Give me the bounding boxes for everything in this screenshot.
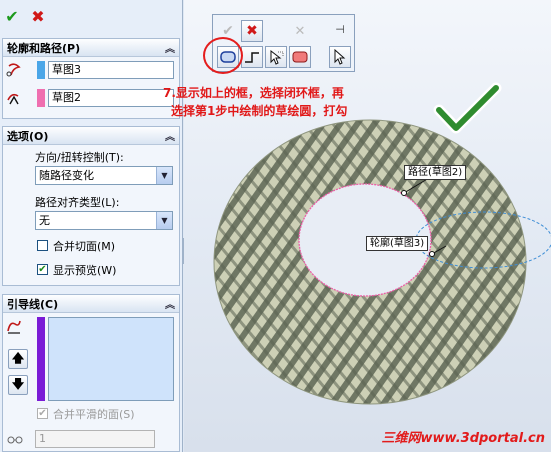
orientation-label: 方向/扭转控制(T): [35,151,124,164]
path-align-label: 路径对齐类型(L): [35,196,120,209]
options-title: 选项(O) [7,129,49,143]
guide-curve-icon [5,317,23,335]
path-color-swatch [37,89,45,107]
collapse-chevron-icon[interactable]: ︽ [165,128,175,143]
highlight-circle [203,37,243,74]
select-region-button[interactable] [265,46,287,68]
annotation-line-1: 7.显示如上的框，选择闭环框，再 [163,86,344,100]
chevron-down-icon[interactable]: ▼ [156,167,172,184]
property-manager: ✔ ✖ 轮廓和路径(P) ︽ 草图3 草图2 选项(O) ︽ 方向/扭转控制(T… [0,0,183,452]
path-field[interactable]: 草图2 [48,89,174,107]
profile-path-group: 轮廓和路径(P) ︽ 草图3 草图2 [2,38,180,119]
instruction-annotation: 7.显示如上的框，选择闭环框，再 选择第1步中绘制的草绘圆，打勾 [163,84,423,120]
guide-curves-title: 引导线(C) [7,297,59,311]
path-select-icon [5,89,23,107]
glasses-icon [6,430,24,448]
merge-faces-checkbox[interactable] [37,240,48,251]
pointer-button[interactable] [329,46,351,68]
path-align-value: 无 [39,214,50,227]
toolbar-disabled-x-icon: ✕ [294,23,306,39]
profile-anchor-dot [429,251,435,257]
show-preview-label: 显示预览(W) [53,264,117,277]
profile-callout-tag: 轮廓(草图3) [366,236,429,251]
face-select-button[interactable] [289,46,311,68]
profile-field[interactable]: 草图3 [48,61,174,79]
show-preview-checkbox[interactable]: ✔ [37,264,48,275]
toolbar-cancel-icon[interactable]: ✖ [241,20,263,42]
path-anchor-dot [401,190,407,196]
path-callout-tag: 路径(草图2) [404,165,467,180]
orientation-value: 随路径变化 [39,169,94,182]
options-header[interactable]: 选项(O) ︽ [3,127,179,145]
profile-color-swatch [37,61,45,79]
cursor-grid-icon [270,49,284,65]
move-down-button[interactable]: 🡇 [8,375,28,395]
watermark: 三维网www.3dportal.cn [381,431,545,446]
pointer-icon [334,49,346,65]
collapse-chevron-icon[interactable]: ︽ [165,296,175,311]
merge-faces-label: 合并切面(M) [53,240,116,253]
annotation-line-2: 选择第1步中绘制的草绘圆，打勾 [171,104,348,118]
collapse-chevron-icon[interactable]: ︽ [165,40,175,55]
x-icon[interactable]: ✖ [30,7,46,26]
options-group: 选项(O) ︽ 方向/扭转控制(T): 随路径变化 ▼ 路径对齐类型(L): 无… [2,126,180,286]
merge-smooth-checkbox[interactable]: ✔ [37,408,48,419]
move-up-button[interactable]: 🡅 [8,349,28,369]
guide-curves-list[interactable] [48,317,174,401]
profile-path-header[interactable]: 轮廓和路径(P) ︽ [3,39,179,57]
merge-smooth-label: 合并平滑的面(S) [53,408,135,421]
tessellation-spinner[interactable]: 1 [35,430,155,448]
open-loop-button[interactable] [241,46,263,68]
guide-curves-header[interactable]: 引导线(C) ︽ [3,295,179,313]
guide-color-bar [37,317,45,401]
profile-path-title: 轮廓和路径(P) [7,41,81,55]
guide-curves-group: 引导线(C) ︽ 🡅 🡇 ✔ 合并平滑的面(S) 1 [2,294,180,452]
open-loop-icon [245,52,259,63]
path-align-select[interactable]: 无 ▼ [35,211,173,230]
check-icon[interactable]: ✔ [4,7,20,26]
pin-icon[interactable]: ⊣ [329,18,351,40]
face-icon [292,51,308,63]
profile-select-icon [5,61,23,79]
chevron-down-icon[interactable]: ▼ [156,212,172,229]
orientation-select[interactable]: 随路径变化 ▼ [35,166,173,185]
pm-action-bar: ✔ ✖ [0,0,182,32]
